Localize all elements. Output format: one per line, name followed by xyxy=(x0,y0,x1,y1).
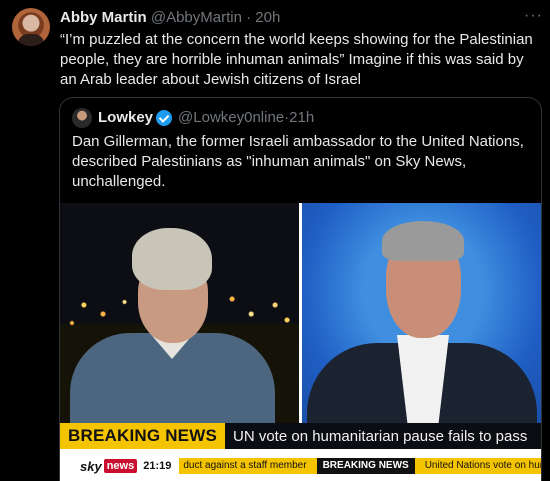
guest-panel-right xyxy=(302,203,541,423)
quoted-tweet-text: Dan Gillerman, the former Israeli ambass… xyxy=(72,133,524,190)
verified-badge-icon xyxy=(156,110,173,126)
breaking-news-bar: BREAKING NEWS UN vote on humanitarian pa… xyxy=(60,423,541,449)
channel-badge: news xyxy=(103,459,138,473)
separator-dot: · xyxy=(246,9,252,26)
breaking-news-headline: UN vote on humanitarian pause fails to p… xyxy=(233,427,528,445)
quoted-tweet-timestamp: 21h xyxy=(289,109,315,126)
channel-logo: sky xyxy=(80,458,102,474)
crawl-text-tail: United Nations vote on humanitar xyxy=(424,460,541,471)
broadcast-clock: 21:19 xyxy=(143,460,172,472)
author-handle[interactable]: @AbbyMartin xyxy=(151,9,242,26)
tweet-timestamp[interactable]: 20h xyxy=(255,9,280,26)
crawl-breaking-tag: BREAKING NEWS xyxy=(316,458,415,474)
quoted-author-name[interactable]: Lowkey xyxy=(98,108,153,128)
video-media[interactable]: BREAKING NEWS UN vote on humanitarian pa… xyxy=(60,203,541,481)
breaking-news-label: BREAKING NEWS xyxy=(60,423,225,449)
crawl-text-lead: duct against a staff member xyxy=(183,460,307,471)
author-avatar[interactable] xyxy=(12,8,50,46)
studio-panel-left xyxy=(60,203,299,423)
more-options-icon[interactable]: ··· xyxy=(524,8,543,24)
tweet: Abby Martin @AbbyMartin · 20h ··· “I’m p… xyxy=(0,0,550,481)
news-crawl-bar: sky news 21:19 duct against a staff memb… xyxy=(60,449,541,481)
quoted-author-handle: @Lowkey0nline xyxy=(178,109,285,126)
tweet-text: “I’m puzzled at the concern the world ke… xyxy=(60,31,533,88)
quoted-tweet[interactable]: Lowkey @Lowkey0nline · 21h Dan Gillerman… xyxy=(59,97,542,481)
quoted-author-avatar[interactable] xyxy=(72,108,92,128)
tweet-header: Abby Martin @AbbyMartin · 20h xyxy=(60,9,280,27)
author-name[interactable]: Abby Martin xyxy=(60,9,147,26)
quoted-tweet-header: Lowkey @Lowkey0nline · 21h xyxy=(72,108,314,128)
news-crawl: duct against a staff member BREAKING NEW… xyxy=(179,458,541,474)
